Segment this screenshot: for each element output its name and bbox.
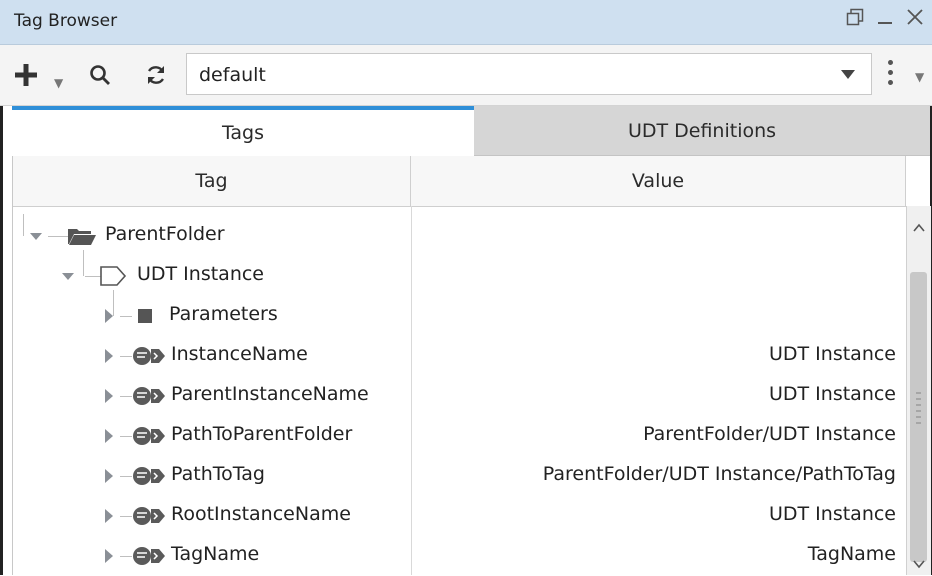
tree-row-label: TagName: [171, 543, 260, 565]
tag-tree-table: Tag Value ParentFolder UDT Instance Para…: [12, 156, 931, 576]
restore-icon[interactable]: [846, 8, 864, 31]
tree-row-value: UDT Instance: [769, 383, 896, 405]
collapse-arrow-icon[interactable]: [30, 233, 42, 240]
expand-arrow-icon[interactable]: [105, 549, 113, 563]
tree-row-parameters[interactable]: Parameters: [13, 296, 906, 336]
udt-instance-icon: [100, 266, 127, 286]
tree-row-label: InstanceName: [171, 343, 308, 365]
tree-row-udt-instance[interactable]: UDT Instance: [13, 256, 906, 296]
tree-row-value: ParentFolder/UDT Instance: [643, 423, 896, 445]
refresh-button[interactable]: [144, 59, 168, 91]
expression-tag-icon: [133, 507, 165, 525]
expand-arrow-icon[interactable]: [105, 349, 113, 363]
column-header-tag[interactable]: Tag: [13, 156, 411, 206]
expression-tag-icon: [133, 467, 165, 485]
refresh-icon: [147, 66, 165, 84]
close-icon[interactable]: [906, 8, 924, 31]
collapse-arrow-icon[interactable]: [62, 273, 74, 280]
tree-row-label: Parameters: [169, 303, 278, 325]
tree-row-parent-folder[interactable]: ParentFolder: [13, 216, 906, 256]
tree-row-label: UDT Instance: [137, 263, 264, 285]
search-button[interactable]: [88, 59, 112, 91]
tree-row-label: ParentFolder: [105, 223, 225, 245]
tree-row-value: TagName: [807, 543, 896, 565]
tree-row-value: UDT Instance: [769, 343, 896, 365]
tree-row-value: UDT Instance: [769, 503, 896, 525]
tree-row-instance-name[interactable]: InstanceName UDT Instance: [13, 336, 906, 376]
scroll-up-icon[interactable]: [913, 218, 925, 237]
tag-provider-value: default: [199, 64, 266, 86]
tab-strip: Tags UDT Definitions: [12, 106, 930, 156]
window-controls: [846, 8, 924, 31]
tag-provider-dropdown[interactable]: default: [186, 53, 872, 95]
tree-row-value: ParentFolder/UDT Instance/PathToTag: [542, 463, 896, 485]
tree-row-tag-name[interactable]: TagName TagName: [13, 536, 906, 576]
window-title: Tag Browser: [14, 11, 118, 31]
expand-arrow-icon[interactable]: [105, 429, 113, 443]
expression-tag-icon: [133, 347, 165, 365]
parameters-icon: [138, 309, 152, 323]
menu-caret-icon[interactable]: ▼: [915, 70, 924, 84]
tab-udt-definitions[interactable]: UDT Definitions: [474, 106, 930, 156]
expand-arrow-icon[interactable]: [105, 309, 113, 323]
tree-row-path-to-tag[interactable]: PathToTag ParentFolder/UDT Instance/Path…: [13, 456, 906, 496]
tree-row-root-instance-name[interactable]: RootInstanceName UDT Instance: [13, 496, 906, 536]
tree-row-label: RootInstanceName: [171, 503, 351, 525]
expand-arrow-icon[interactable]: [105, 389, 113, 403]
expression-tag-icon: [133, 427, 165, 445]
add-menu-caret[interactable]: ▼: [54, 67, 63, 99]
expand-arrow-icon[interactable]: [105, 469, 113, 483]
tree-row-label: ParentInstanceName: [171, 383, 369, 405]
vertical-scrollbar[interactable]: [906, 206, 931, 575]
tree-row-parent-instance-name[interactable]: ParentInstanceName UDT Instance: [13, 376, 906, 416]
expression-tag-icon: [133, 387, 165, 405]
title-bar: Tag Browser: [0, 0, 932, 45]
expand-arrow-icon[interactable]: [105, 509, 113, 523]
tree-row-path-to-parent-folder[interactable]: PathToParentFolder ParentFolder/UDT Inst…: [13, 416, 906, 456]
chevron-down-icon: [841, 70, 855, 79]
grip-icon: [916, 392, 921, 428]
expression-tag-icon: [133, 547, 165, 565]
plus-icon: [15, 64, 37, 86]
table-header: Tag Value: [13, 156, 906, 207]
minimize-icon[interactable]: [876, 8, 894, 31]
search-icon: [90, 65, 110, 85]
add-tag-button[interactable]: [12, 59, 40, 91]
tree-row-label: PathToParentFolder: [171, 423, 353, 445]
kebab-menu-icon[interactable]: [888, 60, 894, 90]
folder-open-icon: [68, 229, 96, 245]
scroll-down-icon[interactable]: [913, 554, 925, 573]
tree-row-label: PathToTag: [171, 463, 265, 485]
scrollbar-thumb[interactable]: [910, 272, 927, 562]
column-header-value[interactable]: Value: [411, 156, 906, 206]
tab-tags[interactable]: Tags: [12, 106, 474, 156]
